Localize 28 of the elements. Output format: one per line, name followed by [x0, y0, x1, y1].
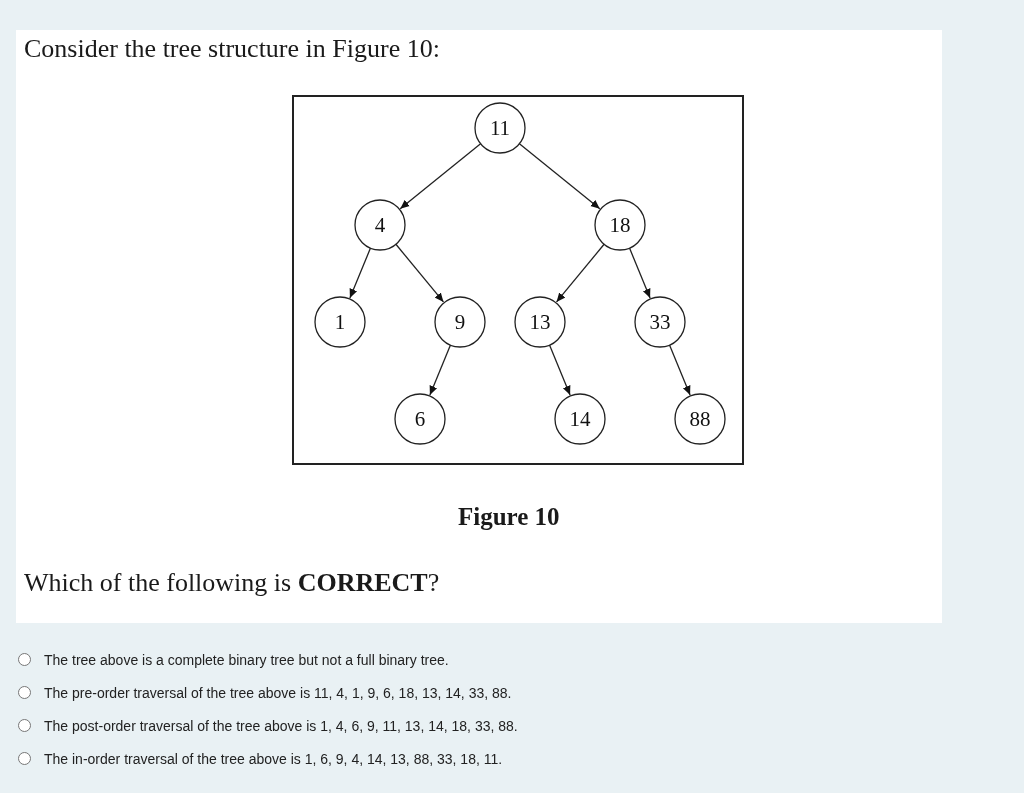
option-label: The in-order traversal of the tree above is 1, 6, 9, 4, 14, 13, 88, 33, 18, 11.	[44, 750, 503, 767]
arrow	[349, 247, 372, 299]
tree-node: 4	[354, 199, 406, 251]
arrow	[395, 243, 445, 303]
radio-button[interactable]	[18, 686, 31, 699]
tree-node: 88	[674, 393, 726, 445]
question-intro: Consider the tree structure in Figure 10:	[24, 34, 440, 64]
option-label: The tree above is a complete binary tree but not a full binary tree.	[44, 651, 449, 668]
tree-node: 6	[394, 393, 446, 445]
figure-caption: Figure 10	[458, 503, 560, 531]
arrow	[548, 344, 571, 396]
option-label: The post-order traversal of the tree above is 1, 4, 6, 9, 11, 13, 14, 18, 33, 88.	[44, 717, 518, 734]
arrow	[555, 243, 605, 303]
radio-button[interactable]	[18, 719, 31, 732]
arrow	[429, 344, 452, 396]
tree-node: 1	[314, 296, 366, 348]
tree-node: 18	[594, 199, 646, 251]
tree-node: 13	[514, 296, 566, 348]
radio-button[interactable]	[18, 752, 31, 765]
tree-node: 11	[474, 102, 526, 154]
tree-node: 9	[434, 296, 486, 348]
radio-button[interactable]	[18, 653, 31, 666]
arrow	[668, 344, 691, 396]
arrow	[628, 247, 651, 299]
tree-node: 33	[634, 296, 686, 348]
option-label: The pre-order traversal of the tree above is 11, 4, 1, 9, 6, 18, 13, 14, 33, 88.	[44, 684, 512, 701]
question-prompt: Which of the following is CORRECT?	[24, 568, 440, 598]
tree-node: 14	[554, 393, 606, 445]
